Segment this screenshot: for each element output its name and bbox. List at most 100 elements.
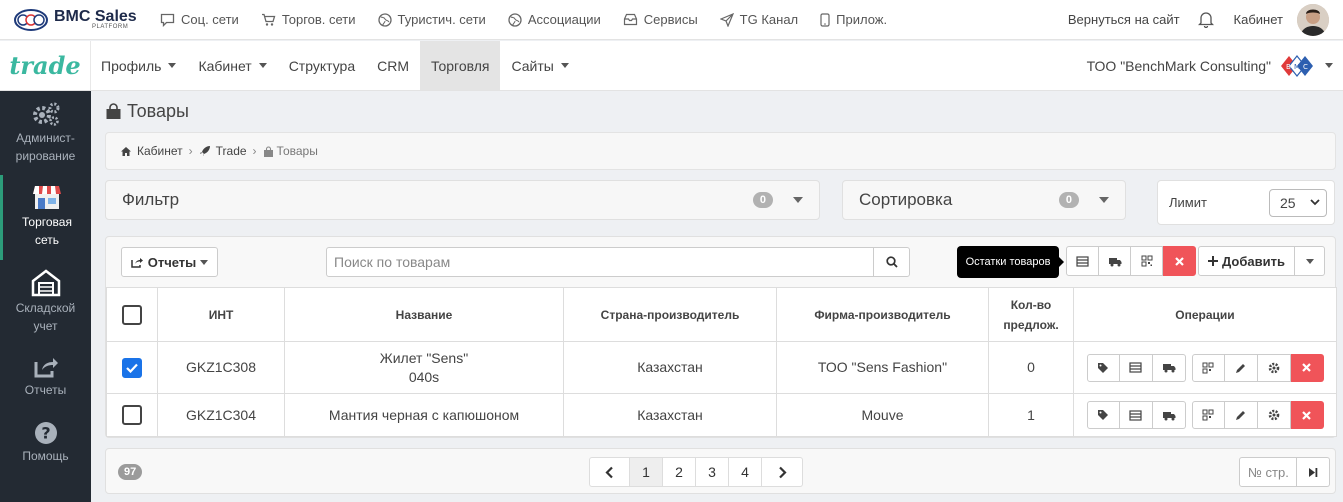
cell-firm: Mouve	[776, 393, 989, 437]
sort-panel[interactable]: Сортировка 0	[842, 180, 1126, 220]
delivery-button[interactable]	[1152, 401, 1186, 429]
qr-button[interactable]	[1191, 401, 1225, 429]
next-page-button[interactable]	[762, 457, 803, 487]
cell-qty: 0	[988, 341, 1074, 394]
nav-profile[interactable]: Профиль	[91, 41, 187, 90]
shopping-bag-icon	[106, 103, 121, 119]
breadcrumb-cabinet[interactable]: Кабинет	[137, 144, 183, 158]
qr-button[interactable]	[1130, 246, 1163, 276]
products-card: Отчеты Остатки товаров Добавить	[105, 236, 1337, 438]
sidebar-item-reports[interactable]: Отчеты	[0, 355, 91, 405]
table-row[interactable]: GKZ1C308 Жилет "Sens" 040s Казахстан ТОО …	[106, 341, 1337, 394]
toplink-label: TG Канал	[739, 12, 799, 27]
row-checkbox[interactable]	[122, 357, 142, 378]
cell-int: GKZ1C304	[157, 393, 285, 437]
limit-value: 25	[1280, 194, 1296, 211]
filter-panel[interactable]: Фильтр 0	[105, 180, 820, 220]
limit-label: Лимит	[1169, 195, 1207, 210]
go-to-page-button[interactable]	[1297, 457, 1330, 487]
add-dropdown-button[interactable]	[1294, 246, 1325, 276]
page-button[interactable]: 2	[663, 457, 696, 487]
delivery-button[interactable]	[1098, 246, 1131, 276]
list-icon	[1129, 362, 1142, 373]
share-icon	[130, 257, 143, 268]
settings-button[interactable]	[1257, 353, 1291, 382]
page-number-input[interactable]: № стр.	[1239, 457, 1297, 487]
breadcrumb-trade[interactable]: Trade	[216, 144, 247, 158]
company-selector[interactable]: ТОО "BenchMark Consulting" BMC	[1087, 41, 1333, 90]
settings-button[interactable]	[1257, 401, 1291, 429]
company-name: ТОО "BenchMark Consulting"	[1086, 57, 1271, 74]
stock-button[interactable]	[1066, 246, 1099, 276]
nav-crm[interactable]: CRM	[366, 41, 420, 90]
toplink-services[interactable]: Сервисы	[623, 12, 698, 27]
table-row[interactable]: GKZ1C304 Мантия черная с капюшоном Казах…	[106, 393, 1337, 437]
edit-button[interactable]	[1224, 401, 1258, 429]
sidebar-item-label: Торговая сеть	[22, 215, 72, 247]
delete-button[interactable]	[1290, 401, 1324, 429]
phone-icon	[820, 12, 830, 27]
stock-button[interactable]	[1119, 353, 1153, 382]
sidebar-item-warehouse[interactable]: Складской учет	[0, 269, 91, 339]
delete-button[interactable]	[1290, 353, 1324, 382]
toplink-tourism[interactable]: Туристич. сети	[377, 12, 486, 27]
chevron-down-icon	[793, 197, 803, 203]
toplink-apps[interactable]: Прилож.	[820, 12, 887, 27]
nav-cabinet[interactable]: Кабинет	[187, 41, 277, 90]
rocket-icon	[199, 146, 210, 156]
add-button[interactable]: Добавить	[1198, 246, 1295, 276]
sidebar-item-help[interactable]: ? Помощь	[0, 421, 91, 471]
toplink-social[interactable]: Соц. сети	[160, 12, 239, 27]
row-checkbox[interactable]	[122, 405, 142, 425]
limit-box: Лимит 25	[1157, 180, 1335, 225]
brand-logo[interactable]: trade	[0, 41, 91, 90]
tag-icon	[1098, 362, 1108, 373]
toplink-tg[interactable]: TG Канал	[719, 12, 799, 27]
search-button[interactable]	[873, 247, 910, 277]
select-all-checkbox[interactable]	[122, 304, 142, 325]
cabinet-link[interactable]: Кабинет	[1234, 12, 1283, 27]
bell-icon[interactable]	[1197, 11, 1214, 28]
bmc-logo[interactable]: BMC Sales PLATFORM	[14, 8, 160, 31]
warehouse-icon	[31, 269, 60, 297]
page-button[interactable]: 4	[729, 457, 762, 487]
filter-count-badge: 0	[752, 192, 773, 208]
col-header-qty[interactable]: Кол-во предлож.	[988, 287, 1074, 342]
edit-button[interactable]	[1224, 353, 1258, 382]
col-header-name[interactable]: Название	[284, 287, 564, 342]
page-button[interactable]: 1	[630, 457, 663, 487]
stock-button[interactable]	[1119, 401, 1153, 429]
gears-icon	[32, 102, 59, 126]
toplink-trade[interactable]: Торгов. сети	[261, 12, 356, 27]
tag-button[interactable]	[1086, 353, 1120, 382]
cell-name: Жилет "Sens" 040s	[284, 341, 564, 394]
nav-trade[interactable]: Торговля	[420, 41, 501, 90]
col-header-country[interactable]: Страна-производитель	[563, 287, 777, 342]
sidebar-item-label: Админист-рирование	[15, 131, 76, 163]
page-jump: № стр.	[1239, 457, 1330, 487]
check-icon	[126, 363, 138, 373]
qr-button[interactable]	[1191, 353, 1225, 382]
prev-page-button[interactable]	[589, 457, 630, 487]
page-button[interactable]: 3	[696, 457, 729, 487]
tag-button[interactable]	[1086, 401, 1120, 429]
search-input[interactable]	[326, 247, 874, 277]
nav-structure[interactable]: Структура	[278, 41, 366, 90]
reports-button[interactable]: Отчеты	[121, 247, 218, 277]
sidebar-item-admin[interactable]: Админист-рирование	[0, 101, 91, 176]
sidebar-item-trade-network[interactable]: Торговая сеть	[0, 175, 91, 260]
gear-icon	[1268, 409, 1279, 421]
help-icon: ?	[34, 422, 57, 444]
qr-icon	[1202, 362, 1214, 373]
col-header-int[interactable]: ИНТ	[157, 287, 285, 342]
avatar[interactable]	[1297, 3, 1329, 36]
delete-selected-button[interactable]	[1163, 246, 1196, 276]
sort-title: Сортировка	[859, 190, 953, 209]
col-header-firm[interactable]: Фирма-производитель	[776, 287, 989, 342]
limit-select[interactable]: 25	[1269, 188, 1327, 217]
nav-sites[interactable]: Сайты	[500, 41, 579, 90]
delivery-button[interactable]	[1152, 353, 1186, 382]
toplink-associations[interactable]: Ассоциации	[508, 12, 601, 27]
back-to-site-link[interactable]: Вернуться на сайт	[1068, 12, 1180, 27]
svg-text:M: M	[1294, 63, 1300, 71]
